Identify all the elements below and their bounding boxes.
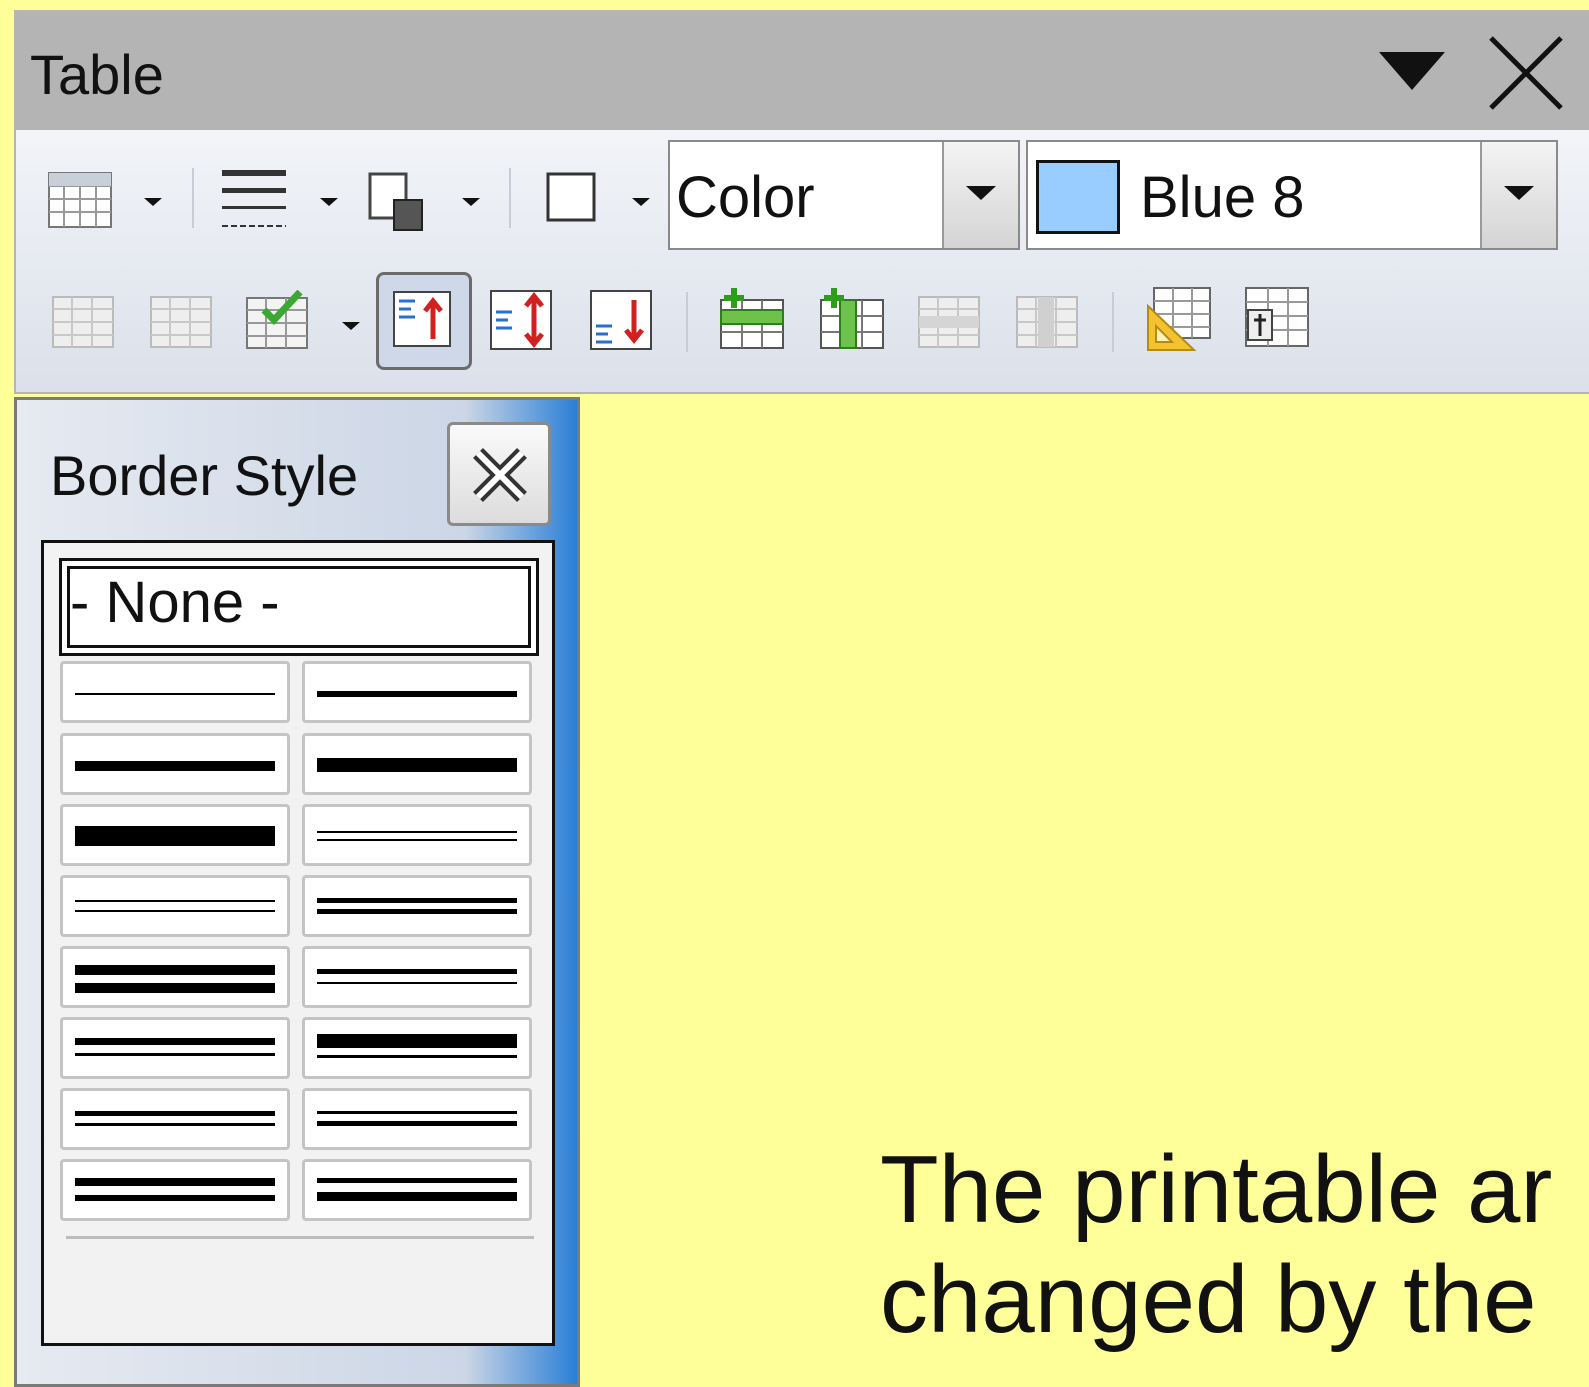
delete-rows-icon[interactable] (918, 296, 980, 348)
border-style-option[interactable] (60, 1159, 290, 1221)
optimize-icon[interactable] (246, 290, 310, 350)
toolbar-menu-arrow-icon[interactable] (1379, 52, 1445, 92)
border-style-close-button[interactable] (447, 422, 551, 526)
borders-box-icon[interactable] (546, 172, 596, 222)
border-style-option[interactable] (302, 733, 532, 795)
border-style-option[interactable] (302, 1017, 532, 1079)
insert-columns-icon[interactable] (820, 286, 884, 350)
border-style-option[interactable] (60, 804, 290, 866)
table-properties-icon[interactable] (1146, 286, 1212, 352)
border-style-dropdown-arrow[interactable] (462, 198, 480, 206)
area-fill-mode-select[interactable]: Color (668, 140, 1020, 250)
document-text-line: The printable ar (880, 1136, 1553, 1243)
table-toolbar-window: Table Color Blue 8 (14, 10, 1589, 394)
borders-dropdown-arrow[interactable] (320, 198, 338, 206)
table-icon[interactable] (48, 172, 112, 228)
border-style-none-label: - None - (70, 570, 280, 635)
document-text-line: changed by the (880, 1246, 1537, 1353)
border-style-option[interactable] (302, 1088, 532, 1150)
border-style-option[interactable] (302, 1159, 532, 1221)
borders-icon[interactable] (222, 166, 286, 232)
insert-rows-icon[interactable] (720, 286, 784, 350)
delete-columns-icon[interactable] (1016, 296, 1078, 348)
area-fill-color-value: Blue 8 (1140, 165, 1305, 230)
table-dropdown-arrow[interactable] (144, 198, 162, 206)
list-divider (66, 1236, 534, 1239)
chevron-down-icon (1504, 186, 1534, 200)
merge-cells-icon[interactable] (52, 296, 114, 348)
toolbar-separator (1112, 292, 1114, 352)
border-style-none-option[interactable]: - None - (59, 558, 539, 656)
border-style-option[interactable] (60, 946, 290, 1008)
number-format-icon[interactable] (1244, 286, 1310, 350)
border-style-option[interactable] (60, 661, 290, 723)
border-style-option[interactable] (302, 875, 532, 937)
border-style-list: - None - (41, 540, 555, 1346)
toolbar-separator (192, 168, 194, 228)
area-fill-mode-value: Color (676, 165, 815, 230)
border-style-panel: Border Style - None - (14, 397, 580, 1387)
area-fill-color-dropdown-button[interactable] (1480, 142, 1556, 248)
border-style-option[interactable] (302, 804, 532, 866)
split-cells-icon[interactable] (150, 296, 212, 348)
border-style-option[interactable] (302, 661, 532, 723)
optimize-dropdown-arrow[interactable] (342, 322, 360, 330)
borders-box-dropdown-arrow[interactable] (632, 198, 650, 206)
border-style-option[interactable] (60, 875, 290, 937)
toolbar-close-icon[interactable] (1487, 34, 1565, 112)
close-icon (473, 448, 527, 502)
border-style-option[interactable] (60, 1088, 290, 1150)
color-swatch (1036, 160, 1120, 234)
chevron-down-icon (966, 186, 996, 200)
area-fill-color-select[interactable]: Blue 8 (1026, 140, 1558, 250)
toolbar-title: Table (30, 43, 164, 106)
align-top-button[interactable] (376, 272, 472, 370)
toolbar-separator (509, 168, 511, 228)
align-bottom-icon[interactable] (590, 290, 652, 350)
area-fill-mode-dropdown-button[interactable] (942, 142, 1018, 248)
document-text: The printable ar changed by the (880, 1135, 1552, 1355)
toolbar-body: Color Blue 8 (16, 130, 1589, 392)
border-style-icon[interactable] (368, 172, 426, 232)
align-top-icon (393, 291, 451, 347)
toolbar-title-bar[interactable]: Table (16, 12, 1589, 130)
border-style-option[interactable] (302, 946, 532, 1008)
center-vertically-icon[interactable] (490, 290, 552, 350)
border-style-option[interactable] (60, 1017, 290, 1079)
toolbar-separator (686, 292, 688, 352)
border-style-option[interactable] (60, 733, 290, 795)
border-style-panel-title: Border Style (50, 444, 359, 507)
